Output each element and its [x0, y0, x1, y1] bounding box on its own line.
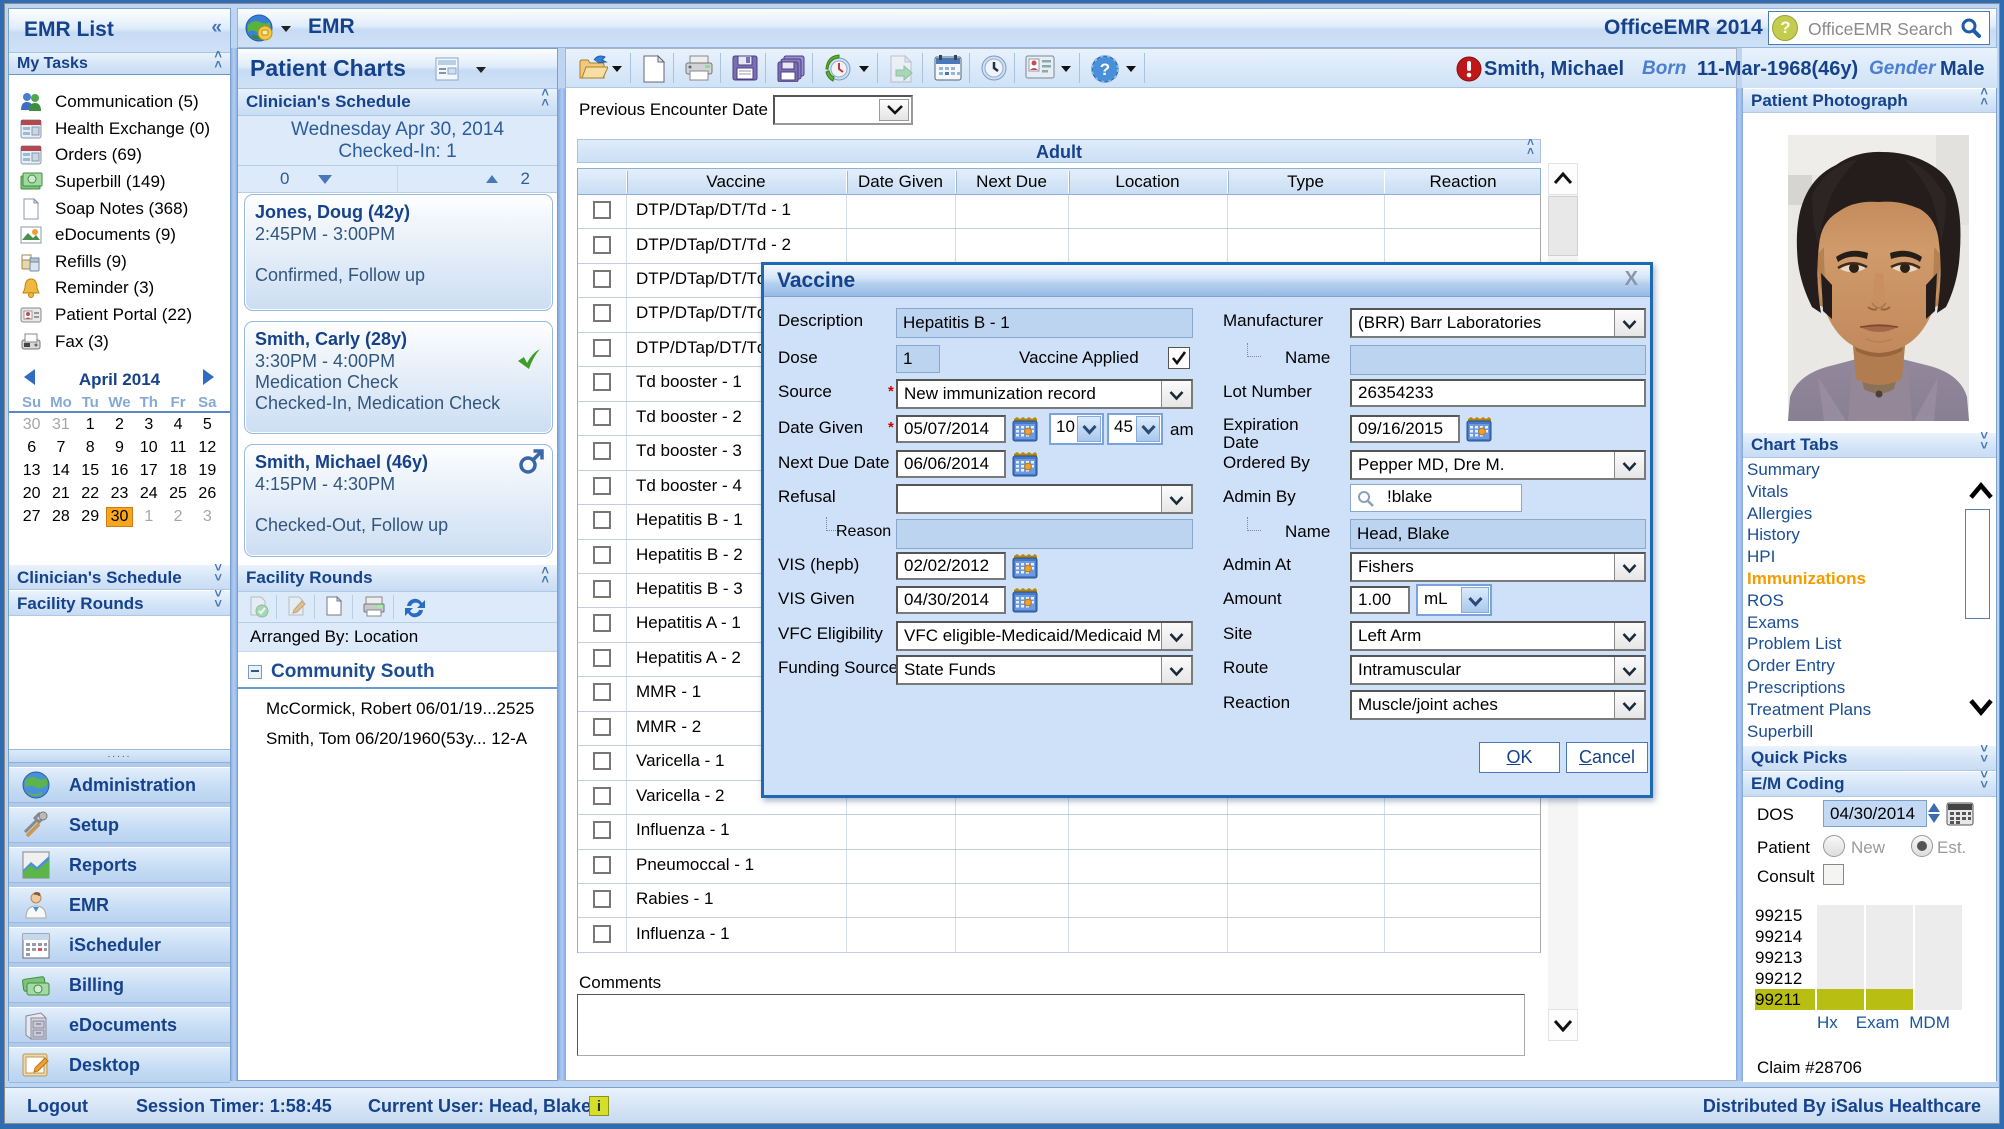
svg-text:?: ?	[1100, 60, 1110, 79]
